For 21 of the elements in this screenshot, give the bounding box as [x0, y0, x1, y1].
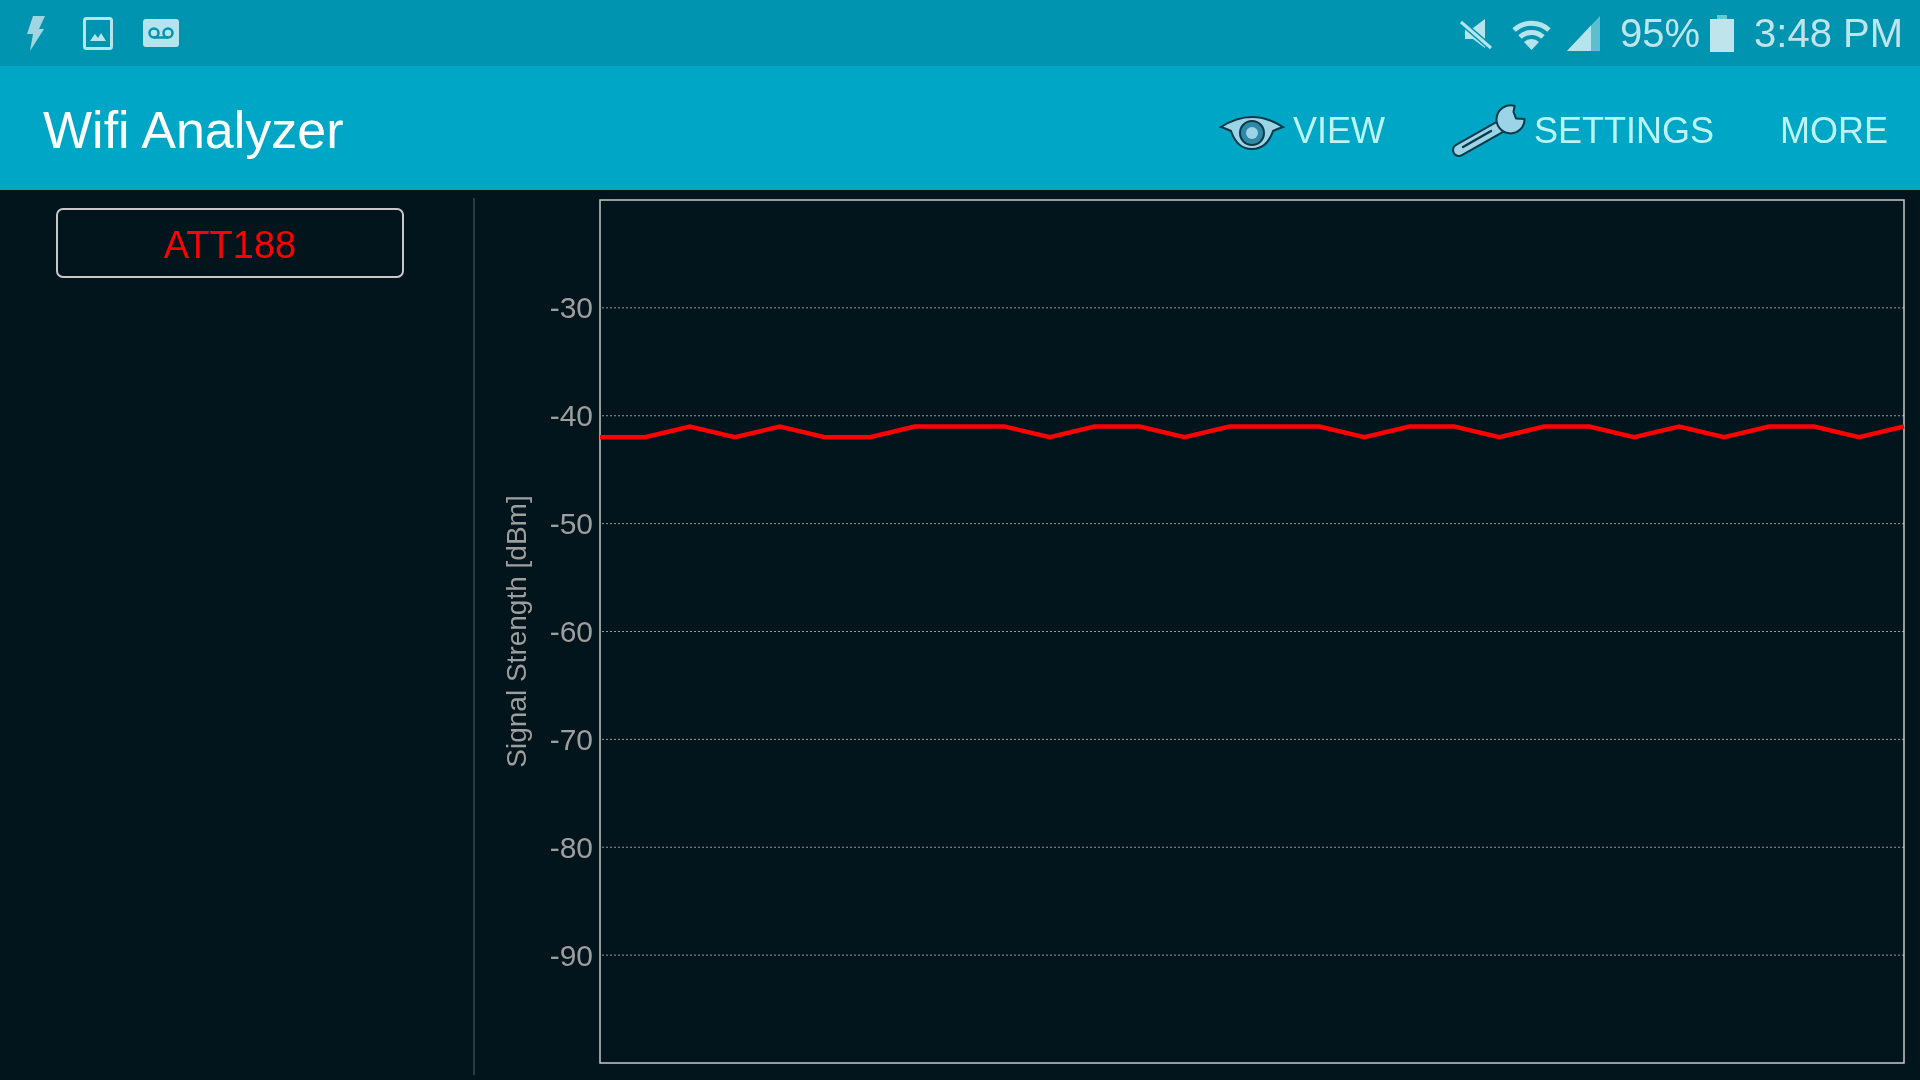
y-tick-label: -70 [549, 722, 593, 756]
image-icon [83, 16, 113, 50]
y-tick-label: -50 [549, 507, 593, 541]
clock-time: 3:48 PM [1754, 13, 1903, 53]
app-title: Wifi Analyzer [43, 101, 344, 160]
y-tick-label: -30 [549, 291, 593, 325]
y-tick-label: -60 [549, 615, 593, 648]
y-tick-label: -90 [549, 938, 593, 972]
lightning-bolt-icon [27, 15, 45, 51]
network-legend-button[interactable]: ATT188 [56, 208, 404, 278]
y-axis-title: Signal Strength [dBm] [500, 495, 532, 768]
view-button[interactable]: VIEW [1208, 102, 1395, 159]
signal-icon [1566, 15, 1600, 51]
wrench-icon [1450, 102, 1526, 159]
voicemail-icon [143, 19, 179, 47]
y-tick-label: -80 [549, 830, 593, 864]
settings-button[interactable]: SETTINGS [1440, 94, 1724, 167]
battery-icon [1710, 14, 1735, 52]
y-tick-label: -40 [549, 399, 593, 433]
battery-percentage: 95% [1619, 13, 1701, 53]
more-menu-button[interactable]: MORE [1770, 104, 1898, 157]
